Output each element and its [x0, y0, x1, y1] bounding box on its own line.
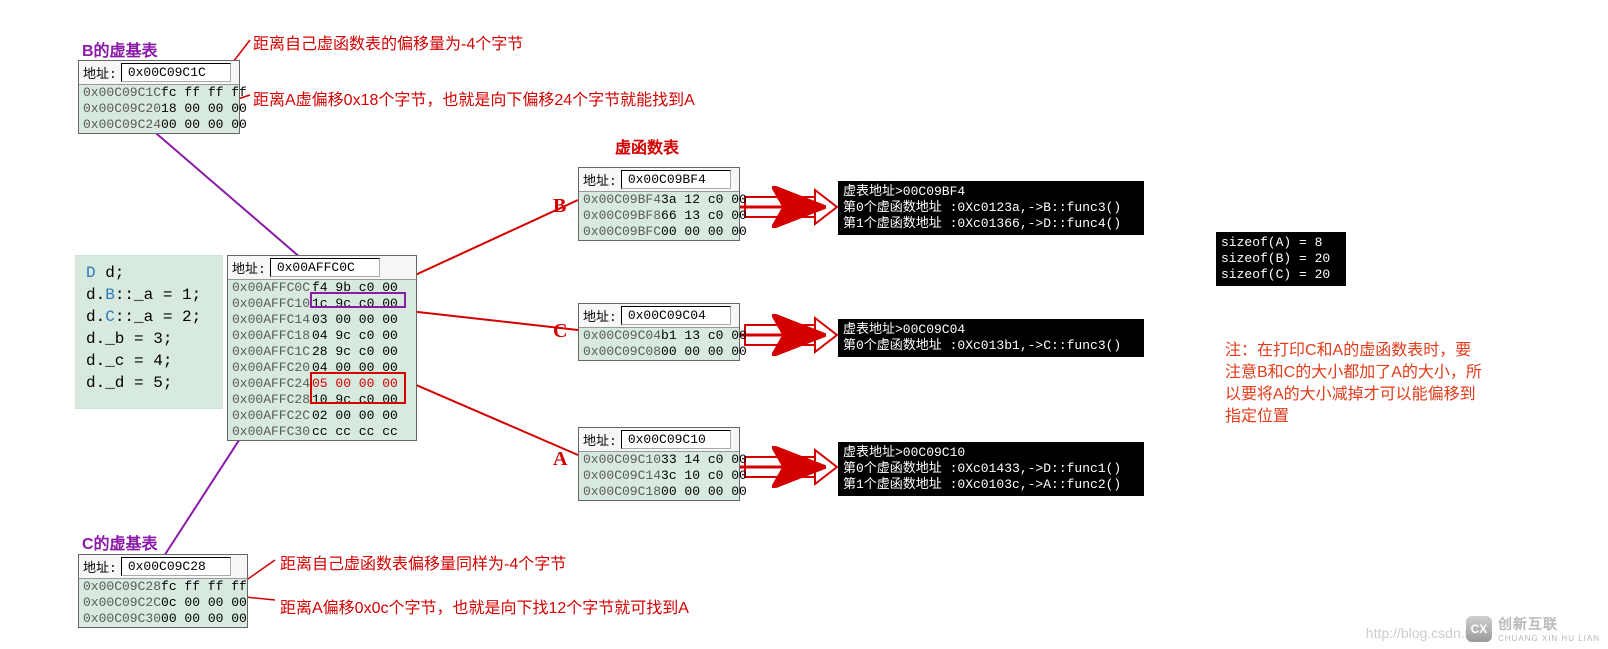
addr-label: 地址:	[583, 170, 617, 189]
mem-row: 0x00C09C04b1 13 c0 00	[579, 328, 739, 344]
mem-row: 0x00C09C0800 00 00 00	[579, 344, 739, 360]
addr-label: 地址:	[83, 63, 117, 82]
code-block: D d; d.B::_a = 1; d.C::_a = 2; d._b = 3;…	[75, 255, 223, 409]
c-vbase-table: 地址: 0x00C09C28 0x00C09C28fc ff ff ff0x00…	[78, 554, 248, 628]
note-text: 注：在打印C和A的虚函数表时，要注意B和C的大小都加了A的大小，所以要将A的大小…	[1225, 340, 1485, 428]
mem-row: 0x00C09C2018 00 00 00	[79, 101, 239, 117]
mem-row: 0x00C09C2400 00 00 00	[79, 117, 239, 133]
mem-row: 0x00C09BF43a 12 c0 00	[579, 192, 739, 208]
vft-a-addr[interactable]: 0x00C09C10	[621, 430, 731, 449]
console-b: 虚表地址>00C09BF4 第0个虚函数地址 :0Xc0123a,->B::fu…	[838, 181, 1144, 235]
addr-label: 地址:	[83, 557, 117, 576]
mem-row: 0x00C09C2C0c 00 00 00	[79, 595, 247, 611]
c-vbase-title: C的虚基表	[82, 530, 158, 554]
mem-row: 0x00AFFC1403 00 00 00	[228, 312, 416, 328]
mem-row: 0x00C09C143c 10 c0 00	[579, 468, 739, 484]
mem-row: 0x00C09C1Cfc ff ff ff	[79, 85, 239, 101]
mem-row: 0x00AFFC2004 00 00 00	[228, 360, 416, 376]
d-mem-table: 地址: 0x00AFFC0C 0x00AFFC0Cf4 9b c0 000x00…	[227, 255, 417, 441]
b-vbase-title: B的虚基表	[82, 37, 158, 61]
b-vbase-table: 地址: 0x00C09C1C 0x00C09C1Cfc ff ff ff0x00…	[78, 60, 240, 134]
b-vbase-addr[interactable]: 0x00C09C1C	[121, 63, 231, 82]
mem-row: 0x00C09C3000 00 00 00	[79, 611, 247, 627]
letter-b: B	[553, 195, 566, 218]
vft-c-addr[interactable]: 0x00C09C04	[621, 306, 731, 325]
mem-row: 0x00C09BFC00 00 00 00	[579, 224, 739, 240]
logo-mark: CX	[1466, 616, 1492, 642]
letter-c: C	[553, 320, 567, 343]
vft-b-table: 地址: 0x00C09BF4 0x00C09BF43a 12 c0 000x00…	[578, 167, 740, 241]
console-a: 虚表地址>00C09C10 第0个虚函数地址 :0Xc01433,->D::fu…	[838, 442, 1144, 496]
logo: CX 创新互联 CHUANG XIN HU LIAN	[1466, 614, 1600, 643]
b-off-a-text: 距离A虚偏移0x18个字节，也就是向下偏移24个字节就能找到A	[253, 86, 695, 110]
mem-row: 0x00AFFC2810 9c c0 00	[228, 392, 416, 408]
c-off-a-text: 距离A偏移0x0c个字节，也就是向下找12个字节就可找到A	[280, 594, 689, 618]
mem-row: 0x00C09C28fc ff ff ff	[79, 579, 247, 595]
b-off-self-text: 距离自己虚函数表的偏移量为-4个字节	[253, 30, 523, 54]
console-c: 虚表地址>00C09C04 第0个虚函数地址 :0Xc013b1,->C::fu…	[838, 319, 1144, 357]
mem-row: 0x00AFFC2405 00 00 00	[228, 376, 416, 392]
vft-b-addr[interactable]: 0x00C09BF4	[621, 170, 731, 189]
mem-row: 0x00AFFC1C28 9c c0 00	[228, 344, 416, 360]
addr-label: 地址:	[583, 306, 617, 325]
vft-a-table: 地址: 0x00C09C10 0x00C09C1033 14 c0 000x00…	[578, 427, 740, 501]
mem-row: 0x00AFFC0Cf4 9b c0 00	[228, 280, 416, 296]
mem-row: 0x00AFFC1804 9c c0 00	[228, 328, 416, 344]
addr-label: 地址:	[583, 430, 617, 449]
mem-row: 0x00AFFC30cc cc cc cc	[228, 424, 416, 440]
vft-c-table: 地址: 0x00C09C04 0x00C09C04b1 13 c0 000x00…	[578, 303, 740, 361]
vftable-title: 虚函数表	[615, 134, 679, 158]
c-vbase-addr[interactable]: 0x00C09C28	[121, 557, 231, 576]
letter-a: A	[553, 448, 567, 471]
mem-row: 0x00C09C1800 00 00 00	[579, 484, 739, 500]
mem-row: 0x00AFFC2C02 00 00 00	[228, 408, 416, 424]
mem-row: 0x00AFFC101c 9c c0 00	[228, 296, 416, 312]
console-sizeof: sizeof(A) = 8 sizeof(B) = 20 sizeof(C) =…	[1216, 232, 1346, 286]
d-mem-addr[interactable]: 0x00AFFC0C	[270, 258, 380, 277]
mem-row: 0x00C09BF866 13 c0 00	[579, 208, 739, 224]
c-off-self-text: 距离自己虚函数表偏移量同样为-4个字节	[280, 550, 566, 574]
addr-label: 地址:	[232, 258, 266, 277]
mem-row: 0x00C09C1033 14 c0 00	[579, 452, 739, 468]
